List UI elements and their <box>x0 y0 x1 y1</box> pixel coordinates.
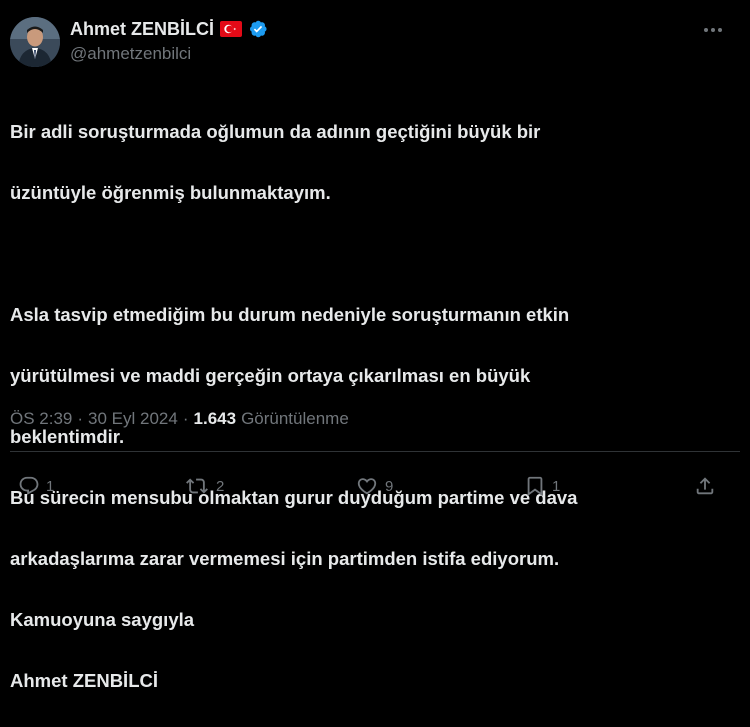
like-button[interactable]: 9 <box>355 468 393 504</box>
tweet-text-line: Ahmet ZENBİLCİ <box>10 669 158 691</box>
author-name-row: Ahmet ZENBİLCİ <box>70 17 268 41</box>
reply-icon <box>19 476 39 495</box>
like-count: 9 <box>385 477 394 495</box>
more-options-button[interactable] <box>702 22 724 38</box>
divider <box>10 451 740 452</box>
tweet-meta: ÖS 2:39 · 30 Eyl 2024 · 1.643 Görüntülen… <box>10 409 349 429</box>
views-label: Görüntülenme <box>241 409 349 428</box>
retweet-button[interactable]: 2 <box>184 468 224 504</box>
share-icon <box>696 477 714 495</box>
tweet-text-line: Kamuoyuna saygıyla <box>10 608 195 630</box>
retweet-icon <box>186 478 208 494</box>
tweet-text-line: üzüntüyle öğrenmiş bulunmaktayım. <box>10 181 331 203</box>
heart-icon <box>357 478 377 495</box>
author-display-name[interactable]: Ahmet ZENBİLCİ <box>70 19 214 40</box>
more-dots-icon <box>704 28 722 32</box>
tweet-text-line: yürütülmesi ve maddi gerçeğin ortaya çık… <box>10 364 531 386</box>
bookmark-count: 1 <box>552 477 561 495</box>
tweet-date-link[interactable]: 30 Eyl 2024 <box>88 409 178 429</box>
tweet-time-link[interactable]: ÖS 2:39 <box>10 409 72 429</box>
bookmark-icon <box>527 476 543 497</box>
turkey-flag-icon <box>220 21 242 37</box>
avatar[interactable] <box>10 17 60 67</box>
retweet-count: 2 <box>216 477 225 495</box>
meta-separator: · <box>77 409 84 428</box>
meta-separator: · <box>182 409 189 428</box>
tweet-text: Bir adli soruşturmada oğlumun da adının … <box>10 86 730 727</box>
author-handle[interactable]: @ahmetzenbilci <box>70 44 191 64</box>
views-count: 1.643 <box>193 409 237 428</box>
verified-badge-icon[interactable] <box>248 19 268 39</box>
tweet-actions-bar: 1 2 9 1 <box>0 468 750 504</box>
bookmark-button[interactable]: 1 <box>524 468 560 504</box>
tweet-text-line: arkadaşlarıma zarar vermemesi için parti… <box>10 547 560 569</box>
tweet-card: Ahmet ZENBİLCİ @ahmetzenbilci Bir adli s… <box>0 0 750 691</box>
share-button[interactable] <box>694 468 716 504</box>
reply-count: 1 <box>46 477 55 495</box>
reply-button[interactable]: 1 <box>18 468 54 504</box>
tweet-text-line: Asla tasvip etmediğim bu durum nedeniyle… <box>10 303 570 325</box>
tweet-text-line: Bir adli soruşturmada oğlumun da adının … <box>10 120 541 142</box>
